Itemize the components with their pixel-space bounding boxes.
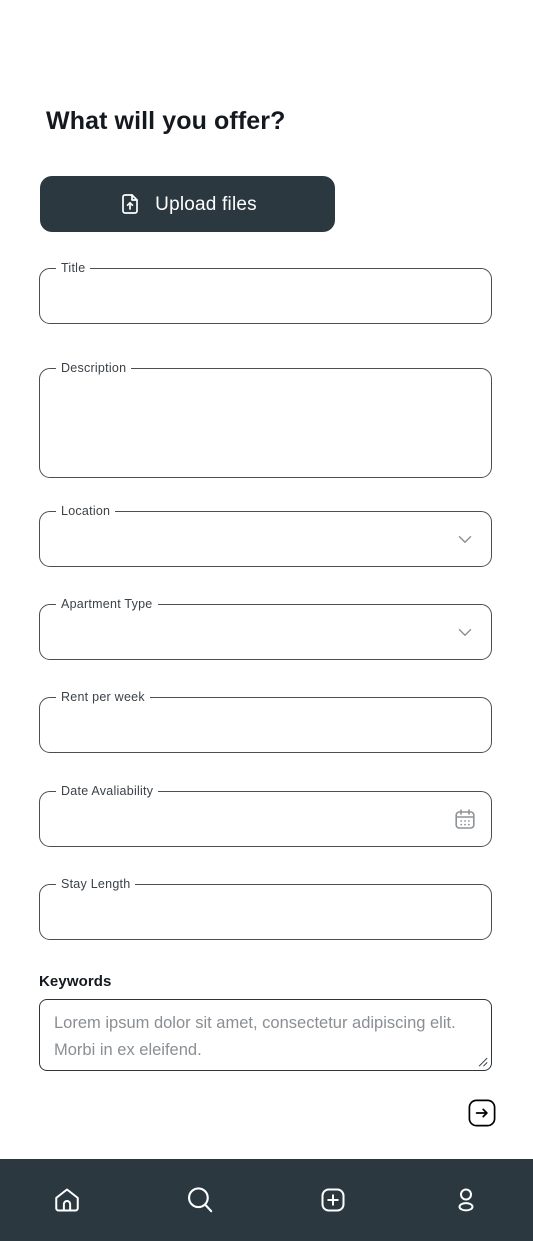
- calendar-icon[interactable]: [452, 806, 478, 832]
- field-location: Location: [39, 503, 492, 567]
- field-date-availability: Date Avaliability: [39, 783, 492, 847]
- field-stay-length: Stay Length: [39, 876, 492, 940]
- field-description: Description: [39, 360, 492, 478]
- offer-form-screen: What will you offer? Upload files Title …: [0, 0, 533, 1241]
- bottom-navigation: [0, 1159, 533, 1241]
- keywords-input[interactable]: [40, 1000, 491, 1070]
- keywords-box: [39, 999, 492, 1071]
- submit-button[interactable]: [468, 1099, 496, 1127]
- nav-item-add[interactable]: [267, 1159, 400, 1241]
- nav-item-search[interactable]: [133, 1159, 266, 1241]
- person-icon: [451, 1185, 481, 1215]
- field-rent-per-week: Rent per week: [39, 689, 492, 753]
- search-icon: [184, 1184, 216, 1216]
- rent-per-week-input[interactable]: [39, 697, 492, 753]
- plus-square-icon: [318, 1185, 348, 1215]
- nav-item-profile[interactable]: [400, 1159, 533, 1241]
- file-upload-icon: [118, 192, 142, 216]
- field-apartment-type: Apartment Type: [39, 596, 492, 660]
- description-input[interactable]: [39, 368, 492, 478]
- apartment-type-select[interactable]: [39, 604, 492, 660]
- upload-files-label: Upload files: [155, 193, 257, 215]
- chevron-down-icon[interactable]: [452, 619, 478, 645]
- home-icon: [52, 1185, 82, 1215]
- page-title: What will you offer?: [46, 107, 286, 135]
- title-input[interactable]: [39, 268, 492, 324]
- keywords-label: Keywords: [39, 973, 112, 990]
- chevron-down-icon[interactable]: [452, 526, 478, 552]
- nav-item-home[interactable]: [0, 1159, 133, 1241]
- upload-files-button[interactable]: Upload files: [40, 176, 335, 232]
- field-title: Title: [39, 260, 492, 324]
- date-availability-input[interactable]: [39, 791, 492, 847]
- location-select[interactable]: [39, 511, 492, 567]
- arrow-right-icon: [468, 1099, 496, 1130]
- stay-length-input[interactable]: [39, 884, 492, 940]
